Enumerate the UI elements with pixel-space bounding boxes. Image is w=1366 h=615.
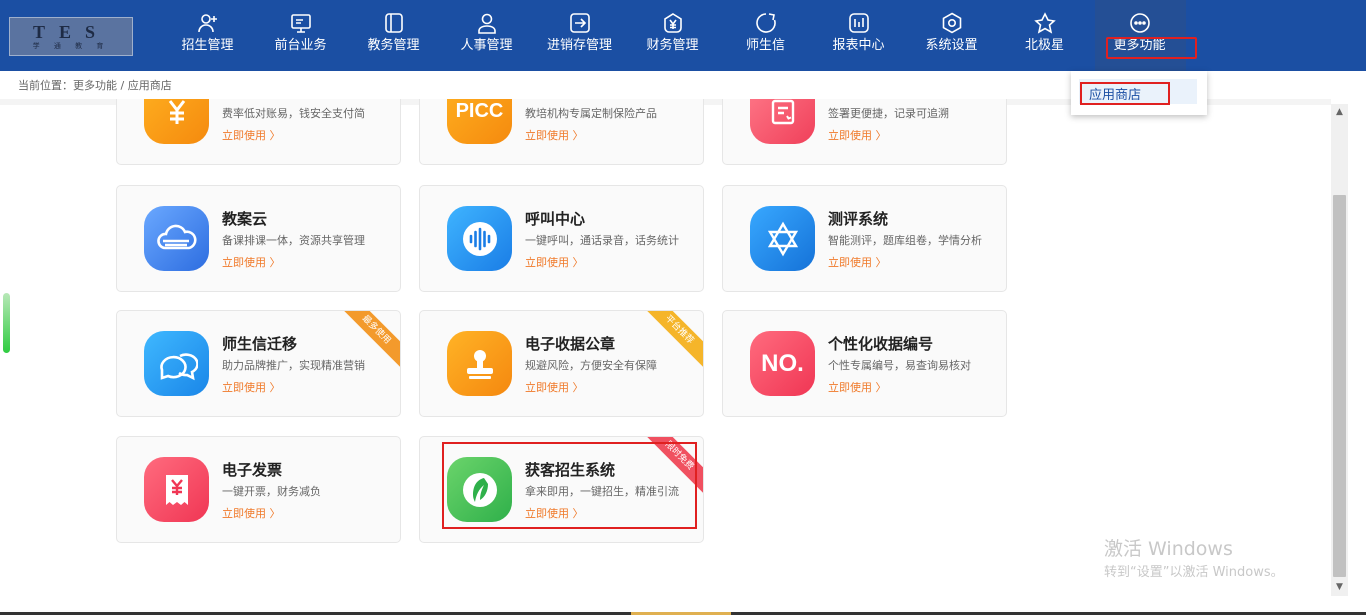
highlight-box-customer-acquisition [442,442,697,529]
contract-icon [750,99,815,144]
app-title: 教案云 [222,210,268,228]
nav-label: 前台业务 [274,38,327,53]
scroll-thumb[interactable] [1333,195,1346,577]
use-now-link[interactable]: 立即使用 〉 [222,254,281,270]
nav-item-finance[interactable]: 财务管理 [626,9,719,61]
side-drag-handle[interactable] [3,293,10,353]
nav-label: 师生信 [745,38,785,53]
app-card-e-invoice[interactable]: 电子发票 一键开票，财务减负 立即使用 〉 [116,436,401,543]
app-desc: 一键呼叫，通话录音，话务统计 [525,234,679,247]
yen-icon [144,99,209,144]
use-now-link[interactable]: 立即使用 〉 [222,379,281,395]
use-now-link[interactable]: 立即使用 〉 [222,505,281,521]
nav-item-inventory[interactable]: 进销存管理 [533,9,626,61]
nav-item-teacher-student-message[interactable]: 师生信 [719,9,812,61]
use-now-link[interactable]: 立即使用 〉 [525,254,584,270]
app-desc: 规避风险，方便安全有保障 [525,359,657,372]
monitor-icon [290,14,311,33]
highlight-box-app-store [1080,82,1170,105]
nav-label: 人事管理 [460,38,513,53]
chat-bubbles-icon [144,331,209,396]
top-navigation-bar: TES 学 通 教 育 招生管理 前台业务 教务管理 人事管理 进销存管理 财务… [0,0,1366,71]
app-desc: 个性专属编号，易查询易核对 [828,359,971,372]
person-icon [477,13,496,34]
logo[interactable]: TES 学 通 教 育 [9,17,133,56]
app-desc: 费率低对账易，钱安全支付简 [222,107,365,120]
use-now-link[interactable]: 立即使用 〉 [525,127,584,143]
nav-item-academic[interactable]: 教务管理 [347,9,440,61]
windows-activation-hint: 转到“设置”以激活 Windows。 [1104,565,1284,580]
app-card-assessment[interactable]: 测评系统 智能测评，题库组卷，学情分析 立即使用 〉 [722,185,1007,292]
settings-icon [942,12,961,34]
app-desc: 教培机构专属定制保险产品 [525,107,657,120]
picc-icon: PICC [447,99,512,144]
highlight-box-more-functions [1106,37,1197,59]
nav-label: 报表中心 [832,38,885,53]
use-now-link[interactable]: 立即使用 〉 [828,254,887,270]
user-add-icon [197,14,217,33]
logo-text: TES [32,21,110,42]
report-icon [848,13,869,33]
nav-item-enrollment[interactable]: 招生管理 [161,9,254,61]
windows-activation-watermark: 激活 Windows [1104,538,1233,560]
logo-subtext: 学 通 教 育 [32,41,110,50]
app-desc: 备课排课一体，资源共享管理 [222,234,365,247]
nav-label: 北极星 [1024,38,1064,53]
invoice-icon [144,457,209,522]
nav-label: 教务管理 [367,38,420,53]
app-card-receipt-number[interactable]: NO. 个性化收据编号 个性专属编号，易查询易核对 立即使用 〉 [722,310,1007,417]
app-card-e-contract[interactable]: 签署更便捷，记录可追溯 立即使用 〉 [722,99,1007,165]
finance-icon [663,13,682,33]
scroll-down-arrow-icon[interactable]: ▼ [1331,579,1348,596]
nav-label: 进销存管理 [546,38,612,53]
star-of-david-icon [750,206,815,271]
app-desc: 助力品牌推广，实现精准营销 [222,359,365,372]
app-card-payment[interactable]: 费率低对账易，钱安全支付简 立即使用 〉 [116,99,401,165]
app-card-message-migration[interactable]: 最多使用 师生信迁移 助力品牌推广，实现精准营销 立即使用 〉 [116,310,401,417]
voice-icon [447,206,512,271]
nav-label: 财务管理 [646,38,699,53]
app-desc: 签署更便捷，记录可追溯 [828,107,949,120]
nav-label: 系统设置 [925,38,978,53]
app-title: 测评系统 [828,210,889,228]
app-title: 呼叫中心 [525,210,586,228]
app-title: 电子发票 [222,461,283,479]
stamp-icon [447,331,512,396]
inventory-icon [569,13,590,33]
more-icon [1129,13,1150,33]
app-desc: 智能测评，题库组卷，学情分析 [828,234,982,247]
vertical-scrollbar[interactable]: ▲ ▼ [1331,104,1348,596]
star-icon [1033,12,1056,34]
app-title: 个性化收据编号 [828,335,934,353]
book-icon [384,13,403,33]
chat-icon [755,13,776,33]
app-card-insurance[interactable]: PICC 教培机构专属定制保险产品 立即使用 〉 [419,99,704,165]
nav-item-system-settings[interactable]: 系统设置 [905,9,998,61]
cloud-icon [144,206,209,271]
nav-item-hr[interactable]: 人事管理 [440,9,533,61]
nav-item-polaris[interactable]: 北极星 [998,9,1091,61]
number-icon: NO. [750,331,815,396]
app-title: 师生信迁移 [222,335,298,353]
app-card-lesson-cloud[interactable]: 教案云 备课排课一体，资源共享管理 立即使用 〉 [116,185,401,292]
use-now-link[interactable]: 立即使用 〉 [222,127,281,143]
app-desc: 一键开票，财务减负 [222,485,321,498]
use-now-link[interactable]: 立即使用 〉 [525,379,584,395]
app-title: 电子收据公章 [525,335,616,353]
breadcrumb: 当前位置：更多功能 / 应用商店 [18,79,172,92]
nav-label: 招生管理 [181,38,234,53]
nav-item-reports[interactable]: 报表中心 [812,9,905,61]
use-now-link[interactable]: 立即使用 〉 [828,379,887,395]
scroll-up-arrow-icon[interactable]: ▲ [1331,104,1348,121]
nav-item-front-desk[interactable]: 前台业务 [254,9,347,61]
app-card-e-receipt-seal[interactable]: 平台推荐 电子收据公章 规避风险，方便安全有保障 立即使用 〉 [419,310,704,417]
use-now-link[interactable]: 立即使用 〉 [828,127,887,143]
app-card-call-center[interactable]: 呼叫中心 一键呼叫，通话录音，话务统计 立即使用 〉 [419,185,704,292]
